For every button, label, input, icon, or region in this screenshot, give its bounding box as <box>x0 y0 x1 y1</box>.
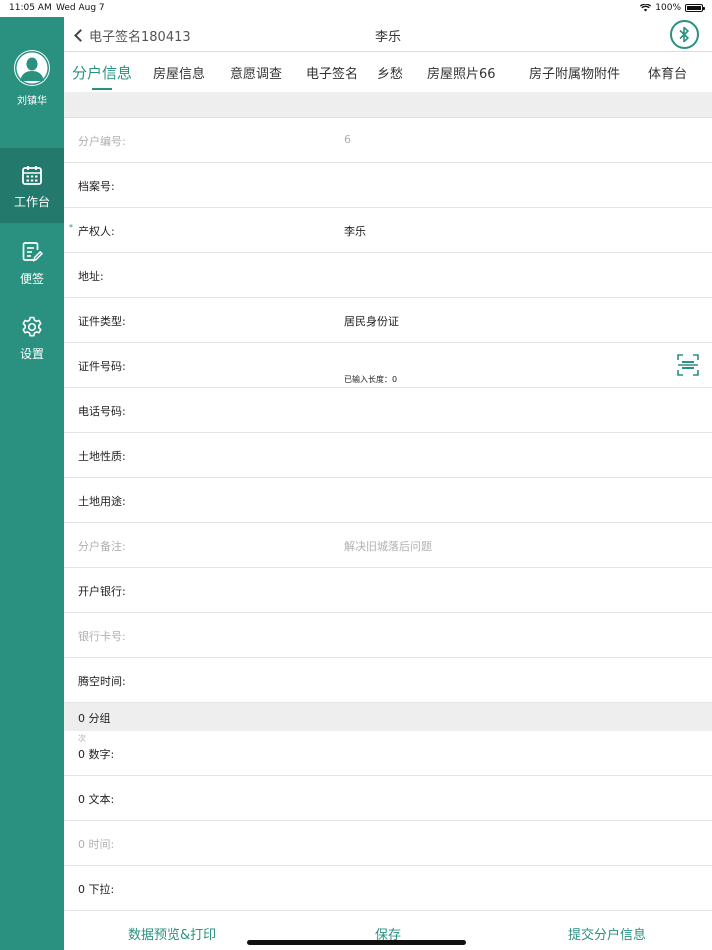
field-label: 腾空时间: <box>78 675 126 688</box>
gear-icon <box>22 316 42 337</box>
group-header: 0 分组 <box>64 703 712 731</box>
group-row-number[interactable]: 次 0 数字: <box>64 731 712 776</box>
battery-percent: 100% <box>655 3 681 13</box>
field-label: 0 文本: <box>78 793 115 806</box>
input-length-hint: 已输入长度：0 <box>344 375 398 384</box>
battery-icon <box>685 4 705 12</box>
status-right: 100% <box>640 3 705 13</box>
tab-e-signature[interactable]: 电子签名 <box>306 63 358 82</box>
field-land-use[interactable]: 土地用途: <box>64 478 712 523</box>
note-edit-icon <box>22 242 43 262</box>
group-row-time[interactable]: 0 时间: <box>64 821 712 866</box>
sidebar-item-label: 设置 <box>19 347 44 361</box>
avatar[interactable] <box>14 50 50 86</box>
group-row-dropdown[interactable]: 0 下拉: <box>64 866 712 911</box>
field-phone[interactable]: 电话号码: <box>64 388 712 433</box>
sidebar-item-workbench[interactable]: 工作台 <box>0 148 64 223</box>
tab-household-info[interactable]: 分户信息 <box>72 62 132 83</box>
field-label: 0 下拉: <box>78 883 115 896</box>
field-label: 银行卡号: <box>78 630 126 643</box>
field-address[interactable]: 地址: <box>64 253 712 298</box>
field-bank[interactable]: 开户银行: <box>64 568 712 613</box>
field-vacate-time[interactable]: 腾空时间: <box>64 658 712 703</box>
sidebar-item-label: 工作台 <box>13 195 50 209</box>
tab-attachments[interactable]: 房子附属物附件 <box>529 63 620 82</box>
field-id-type[interactable]: 证件类型: 居民身份证 <box>64 298 712 343</box>
field-label: 证件类型: <box>78 315 126 328</box>
field-label: 土地性质: <box>78 450 126 463</box>
sidebar-item-label: 便签 <box>19 272 44 286</box>
field-label: 分户备注: <box>78 540 126 553</box>
field-label: 地址: <box>78 270 104 283</box>
field-archive-no[interactable]: 档案号: <box>64 163 712 208</box>
field-label: 土地用途: <box>78 495 126 508</box>
field-value[interactable]: 居民身份证 <box>344 313 399 329</box>
calendar-icon <box>22 166 42 185</box>
wifi-icon <box>640 4 652 12</box>
required-mark: * <box>69 223 73 232</box>
field-label: 产权人: <box>78 225 115 238</box>
tab-willingness-survey[interactable]: 意愿调查 <box>230 63 282 82</box>
group-title: 0 分组 <box>78 712 111 725</box>
field-owner[interactable]: * 产权人: 李乐 <box>64 208 712 253</box>
navigation-bar: 电子签名180413 李乐 <box>64 17 712 52</box>
field-label: 证件号码: <box>78 360 126 373</box>
remark-placeholder[interactable]: 解决旧城落后问题 <box>344 538 432 554</box>
field-label: 0 时间: <box>78 838 115 851</box>
sidebar: 刘镇华 工作台 便签 设置 <box>0 17 64 950</box>
field-land-nature[interactable]: 土地性质: <box>64 433 712 478</box>
scan-id-icon[interactable] <box>677 354 699 376</box>
bluetooth-icon <box>679 26 689 43</box>
form-content: 分户编号: 6 档案号: * 产权人: 李乐 地址: 证件类型: 居民身份证 证… <box>64 92 712 911</box>
user-name: 刘镇华 <box>17 96 47 107</box>
status-time: 11:05 AM <box>9 3 52 13</box>
tab-house-info[interactable]: 房屋信息 <box>153 63 205 82</box>
field-id-number[interactable]: 证件号码: 已输入长度：0 <box>64 343 712 388</box>
home-indicator[interactable] <box>247 940 466 945</box>
field-value: 6 <box>344 133 351 146</box>
status-date: Wed Aug 7 <box>56 3 105 13</box>
status-bar: 11:05 AM Wed Aug 7 100% <box>0 0 712 17</box>
field-remark[interactable]: 分户备注: 解决旧城落后问题 <box>64 523 712 568</box>
field-label: 分户编号: <box>78 135 126 148</box>
submit-button[interactable]: 提交分户信息 <box>568 924 646 943</box>
sidebar-item-notes[interactable]: 便签 <box>0 225 64 300</box>
field-household-no[interactable]: 分户编号: 6 <box>64 118 712 163</box>
tab-house-photos[interactable]: 房屋照片66 <box>427 63 496 82</box>
bluetooth-button[interactable] <box>670 20 699 49</box>
active-tab-indicator <box>92 88 112 90</box>
tab-nostalgia[interactable]: 乡愁 <box>377 63 403 82</box>
field-bank-card[interactable]: 银行卡号: <box>64 613 712 658</box>
tab-sports[interactable]: 体育台 <box>648 63 687 82</box>
section-divider <box>64 92 712 118</box>
user-avatar-icon <box>15 51 49 85</box>
group-tiny-label: 次 <box>78 734 86 743</box>
field-label: 0 数字: <box>78 748 115 761</box>
page-title: 李乐 <box>374 30 401 45</box>
tab-bar: 分户信息 房屋信息 意愿调查 电子签名 乡愁 房屋照片66 房子附属物附件 体育… <box>64 52 712 92</box>
field-label: 档案号: <box>78 180 115 193</box>
field-value[interactable]: 李乐 <box>344 223 366 239</box>
preview-print-button[interactable]: 数据预览&打印 <box>128 924 216 943</box>
field-label: 电话号码: <box>78 405 126 418</box>
field-label: 开户银行: <box>78 585 126 598</box>
group-row-text[interactable]: 0 文本: <box>64 776 712 821</box>
sidebar-item-settings[interactable]: 设置 <box>0 300 64 375</box>
